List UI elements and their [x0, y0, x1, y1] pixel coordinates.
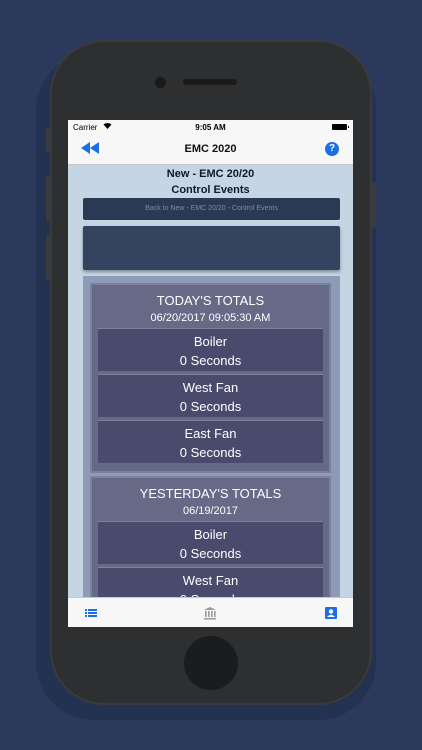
- metric-name: East Fan: [184, 426, 237, 441]
- metric-name: Boiler: [193, 527, 228, 542]
- navigation-bar: EMC 2020 ?: [68, 134, 353, 165]
- metric-name: West Fan: [182, 573, 239, 588]
- earpiece-speaker: [183, 79, 237, 85]
- app-screen: Carrier 9:05 AM EMC 2020 ? New - EMC 20/…: [68, 120, 353, 627]
- power-button: [372, 182, 376, 228]
- metric-name: West Fan: [182, 380, 239, 395]
- page-title: New - EMC 20/20 Control Events: [68, 166, 353, 198]
- yesterday-totals-title: YESTERDAY'S TOTALS: [139, 486, 282, 501]
- help-icon[interactable]: ?: [325, 142, 339, 156]
- metric-row: Boiler 0 Seconds: [98, 521, 323, 564]
- home-button[interactable]: [184, 636, 238, 690]
- status-time: 9:05 AM: [195, 123, 226, 132]
- today-totals-date: 06/20/2017 09:05:30 AM: [150, 312, 271, 324]
- page-title-line1: New - EMC 20/20: [166, 168, 255, 180]
- today-totals-card: TODAY'S TOTALS 06/20/2017 09:05:30 AM Bo…: [90, 283, 331, 473]
- yesterday-totals-date: 06/19/2017: [182, 505, 239, 517]
- metric-row: East Fan 0 Seconds: [98, 420, 323, 463]
- nav-title: EMC 2020: [184, 143, 237, 155]
- totals-container: TODAY'S TOTALS 06/20/2017 09:05:30 AM Bo…: [83, 276, 340, 627]
- volume-down-button: [46, 234, 50, 280]
- mute-switch: [46, 128, 50, 152]
- status-bar: Carrier 9:05 AM: [68, 120, 353, 134]
- metric-value: 0 Seconds: [179, 399, 242, 414]
- metric-row: Boiler 0 Seconds: [98, 328, 323, 371]
- page-title-line2: Control Events: [171, 184, 250, 196]
- metric-value: 0 Seconds: [179, 546, 242, 561]
- front-camera: [155, 77, 166, 88]
- bank-icon[interactable]: [203, 606, 217, 620]
- metric-value: 0 Seconds: [179, 445, 242, 460]
- list-icon[interactable]: [84, 606, 98, 620]
- tab-bar: [68, 597, 353, 627]
- header-panel: [83, 226, 340, 270]
- metric-row: West Fan 0 Seconds: [98, 374, 323, 417]
- metric-value: 0 Seconds: [179, 353, 242, 368]
- volume-up-button: [46, 176, 50, 222]
- contact-icon[interactable]: [324, 606, 338, 620]
- back-link-button[interactable]: Back to New - EMC 20/20 - Control Events: [83, 198, 340, 220]
- today-totals-title: TODAY'S TOTALS: [156, 293, 265, 308]
- metric-name: Boiler: [193, 334, 228, 349]
- battery-icon: [332, 124, 349, 130]
